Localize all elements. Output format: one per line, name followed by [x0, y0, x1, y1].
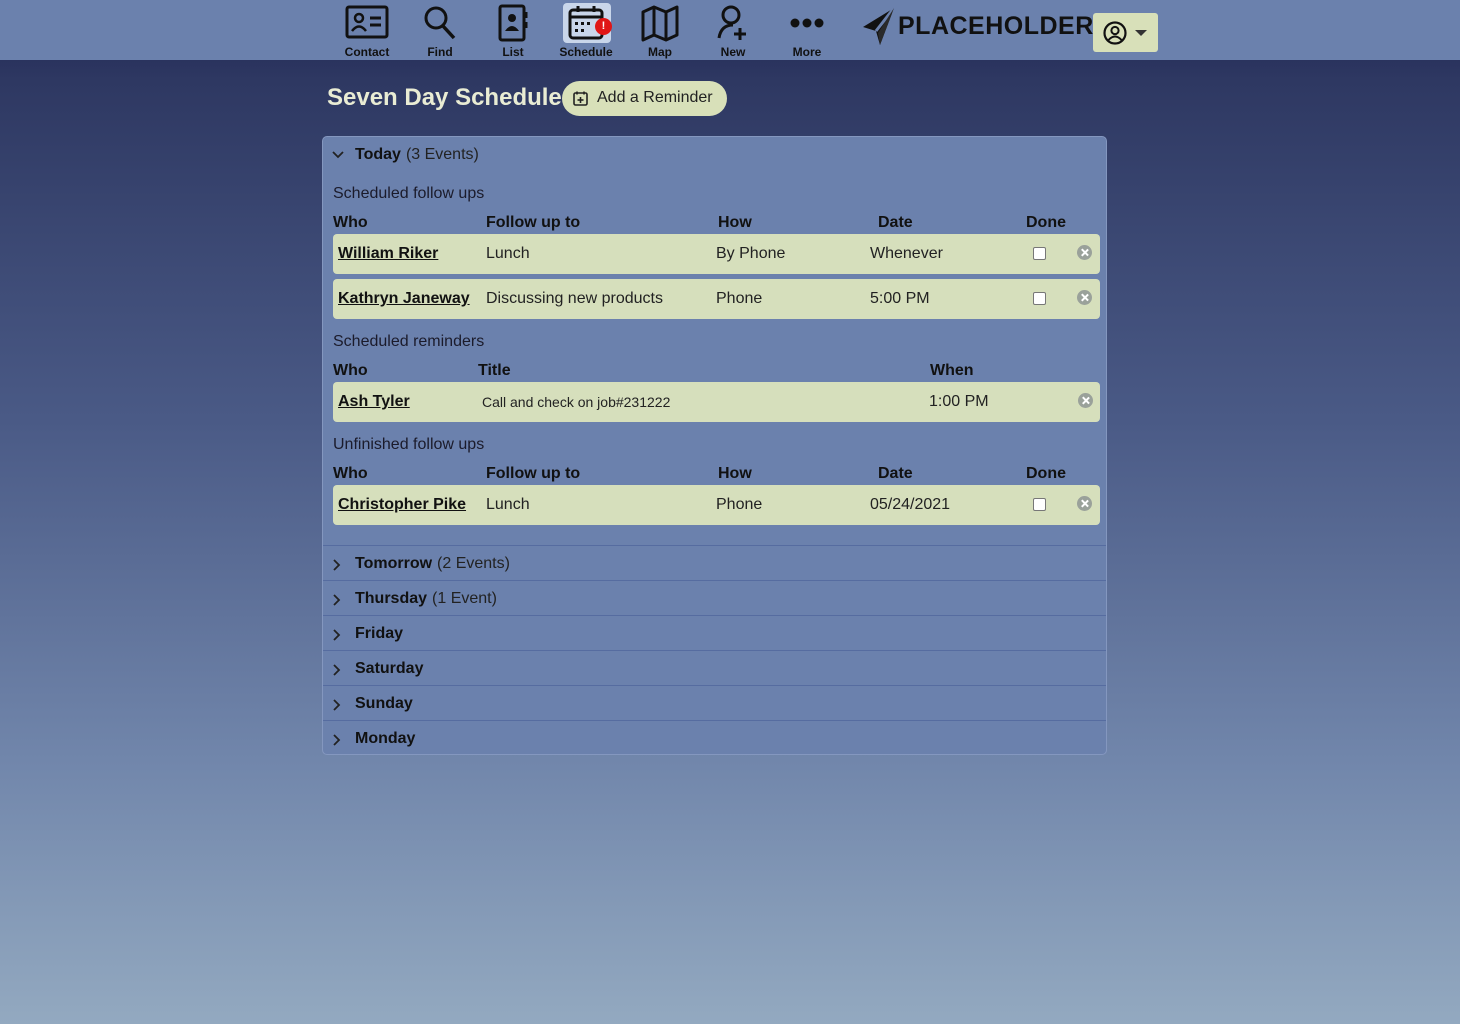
section-title-unfinished: Unfinished follow ups [333, 436, 485, 453]
followup-subject: Lunch [486, 245, 530, 262]
followup-method: Phone [716, 496, 763, 513]
remove-icon[interactable] [1077, 496, 1092, 511]
followup-method: By Phone [716, 245, 786, 262]
notification-badge: ! [595, 18, 612, 35]
nav-new-label: New [720, 45, 746, 59]
col-header-date: Date [878, 465, 913, 482]
day-name: Thursday [355, 590, 428, 607]
more-dots-icon [790, 18, 824, 28]
remove-icon[interactable] [1077, 245, 1092, 260]
day-name: Friday [355, 625, 404, 642]
add-user-icon [717, 5, 746, 40]
day-header-saturday[interactable]: Saturday [323, 651, 1106, 686]
day-name: Tomorrow [355, 555, 433, 572]
table-row: William Riker Lunch By Phone Whenever [333, 234, 1100, 274]
add-reminder-label: Add a Reminder [597, 89, 713, 106]
paper-plane-logo-icon [863, 7, 896, 45]
reminder-title: Call and check on job#231222 [482, 394, 671, 410]
nav-contact-label: Contact [344, 45, 390, 59]
nav-find-label: Find [427, 45, 453, 59]
nav-contact[interactable]: Contact [334, 0, 400, 60]
day-header-monday[interactable]: Monday [323, 721, 1106, 756]
col-header-done: Done [1026, 465, 1066, 482]
col-header-how: How [718, 214, 752, 231]
nav-find[interactable]: Find [407, 0, 473, 60]
col-header-title: Title [478, 362, 511, 379]
done-checkbox[interactable] [1033, 498, 1046, 511]
nav-schedule-label: Schedule [559, 45, 613, 59]
section-title-followups: Scheduled follow ups [333, 185, 485, 202]
day-header-friday[interactable]: Friday [323, 616, 1106, 651]
col-header-follow: Follow up to [486, 465, 581, 482]
day-header-thursday[interactable]: Thursday (1 Event) [323, 581, 1106, 616]
nav-map-label: Map [648, 45, 672, 59]
followup-method: Phone [716, 290, 763, 307]
nav-map[interactable]: Map [627, 0, 693, 60]
day-header-label: Today (3 Events) [355, 146, 479, 163]
contact-card-icon [345, 5, 389, 39]
brand-logo[interactable]: PLACEHOLDER [860, 4, 1094, 48]
remove-icon[interactable] [1077, 290, 1092, 305]
col-header-who: Who [333, 362, 368, 379]
nav-list[interactable]: List [480, 0, 546, 60]
nav-schedule[interactable]: ! Schedule [553, 0, 619, 60]
done-checkbox[interactable] [1033, 247, 1046, 260]
col-header-date: Date [878, 214, 913, 231]
col-header-who: Who [333, 214, 368, 231]
remove-icon[interactable] [1078, 393, 1093, 408]
chevron-right-icon [333, 734, 341, 746]
nav-new[interactable]: New [700, 0, 766, 60]
followup-date: 5:00 PM [870, 290, 930, 307]
table-row: Kathryn Janeway Discussing new products … [333, 279, 1100, 319]
chevron-right-icon [333, 629, 341, 641]
day-event-count: (2 Events) [437, 555, 510, 572]
contact-link[interactable]: William Riker [338, 245, 438, 263]
followup-subject: Discussing new products [486, 290, 663, 307]
chevron-right-icon [333, 559, 341, 571]
reminder-time: 1:00 PM [929, 393, 989, 410]
day-name: Monday [355, 730, 416, 747]
logo-text: PLACEHOLDER [898, 11, 1094, 40]
table-row: Christopher Pike Lunch Phone 05/24/2021 [333, 485, 1100, 525]
user-menu-button[interactable] [1093, 13, 1158, 52]
nav-more[interactable]: More [774, 0, 840, 60]
day-event-count: (3 Events) [405, 146, 479, 163]
col-header-follow: Follow up to [486, 214, 581, 231]
chevron-right-icon [333, 664, 341, 676]
col-header-when: When [930, 362, 974, 379]
col-header-done: Done [1026, 214, 1066, 231]
day-name: Sunday [355, 695, 413, 712]
chevron-down-icon [1135, 30, 1147, 36]
col-header-who: Who [333, 465, 368, 482]
table-row: Ash Tyler Call and check on job#231222 1… [333, 382, 1100, 422]
page-title: Seven Day Schedule [327, 84, 562, 111]
contact-link[interactable]: Christopher Pike [338, 496, 466, 514]
map-icon [641, 5, 679, 42]
chevron-right-icon [333, 699, 341, 711]
chevron-right-icon [333, 594, 341, 606]
day-name: Saturday [355, 660, 424, 677]
search-icon [424, 6, 456, 40]
nav-list-label: List [502, 45, 524, 59]
nav-more-label: More [792, 45, 822, 59]
day-header-sunday[interactable]: Sunday [323, 686, 1106, 721]
schedule-panel: Today (3 Events) Scheduled follow ups Who… [322, 136, 1107, 755]
contact-link[interactable]: Ash Tyler [338, 393, 410, 411]
calendar-plus-icon [573, 91, 588, 106]
address-book-icon [498, 4, 528, 42]
col-header-how: How [718, 465, 752, 482]
day-header-tomorrow[interactable]: Tomorrow (2 Events) [323, 546, 1106, 581]
done-checkbox[interactable] [1033, 292, 1046, 305]
section-title-reminders: Scheduled reminders [333, 333, 485, 350]
user-circle-icon [1103, 21, 1127, 45]
chevron-down-icon [332, 151, 344, 159]
add-reminder-button[interactable]: Add a Reminder [562, 81, 727, 116]
day-event-count: (1 Event) [432, 590, 497, 607]
followup-date: Whenever [870, 245, 943, 262]
top-nav-bar: Contact Find List ! Schedule Map New Mor… [0, 0, 1460, 60]
followup-date: 05/24/2021 [870, 496, 951, 513]
day-header-today[interactable]: Today (3 Events) [323, 137, 1106, 172]
followup-subject: Lunch [486, 496, 530, 513]
contact-link[interactable]: Kathryn Janeway [338, 290, 470, 308]
